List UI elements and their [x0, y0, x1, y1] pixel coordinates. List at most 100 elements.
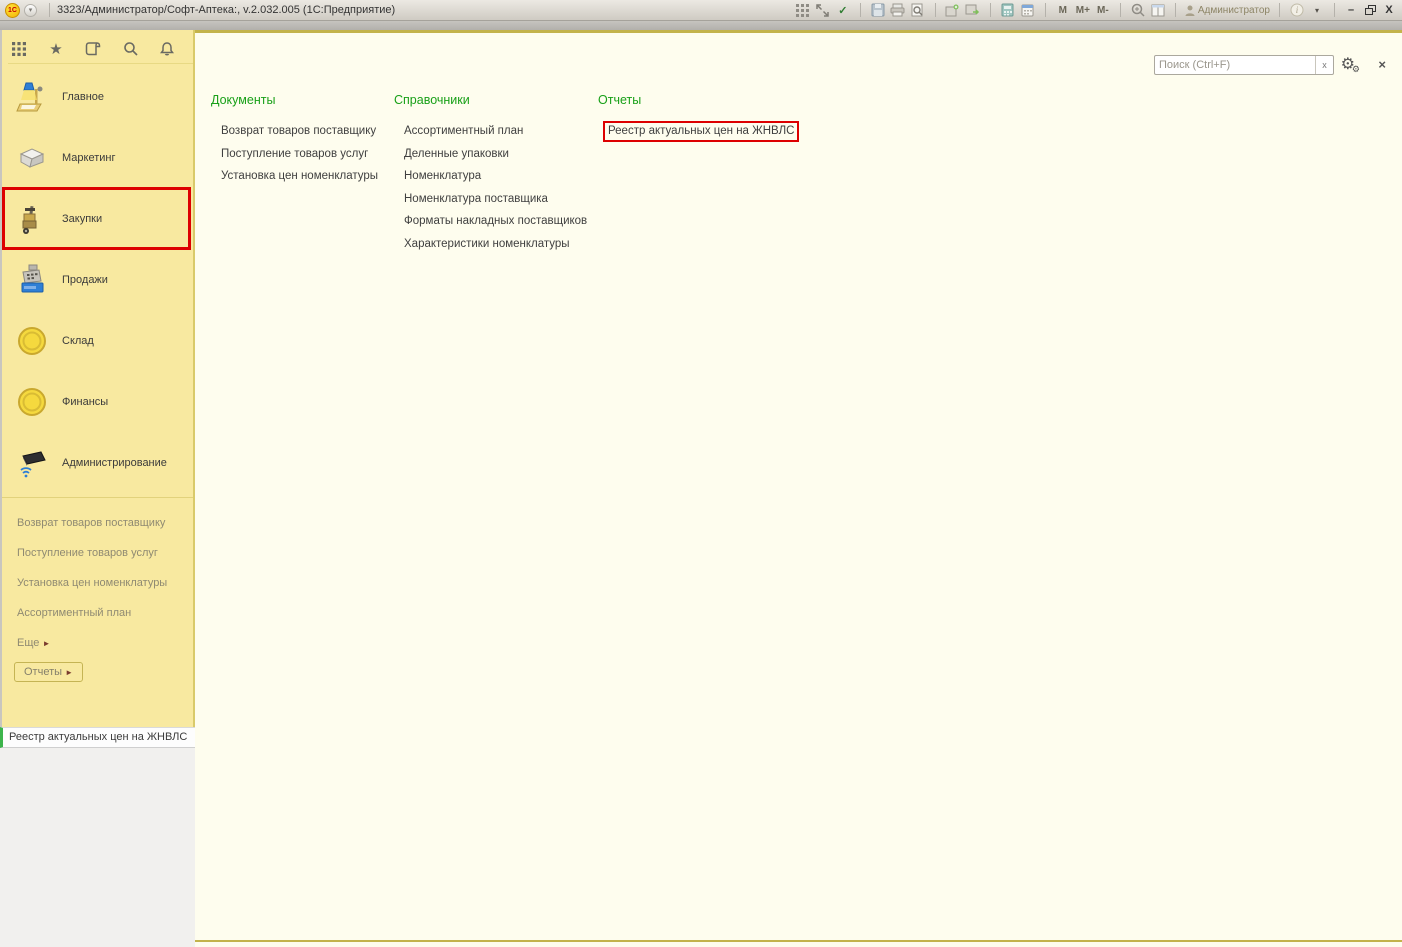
column-header-references[interactable]: Справочники	[394, 93, 599, 107]
open-window-tab[interactable]: Реестр актуальных цен на ЖНВЛС	[0, 727, 195, 748]
sidebar-item-label: Администрирование	[62, 457, 167, 469]
memory-m-button[interactable]: M	[1055, 2, 1071, 18]
split-window-icon[interactable]	[1150, 2, 1166, 18]
sidebar-item-label: Главное	[62, 91, 104, 103]
minimize-button[interactable]: –	[1344, 2, 1358, 18]
sidebar-empty-area	[2, 749, 195, 947]
search-box: x	[1154, 55, 1334, 75]
arrow-right-icon: ►	[42, 639, 50, 648]
reports-menu-label: Отчеты	[24, 666, 62, 678]
current-user-label: Администратор	[1198, 5, 1270, 16]
quick-link-postuplenie[interactable]: Поступление товаров услуг	[17, 547, 158, 559]
divider	[935, 3, 936, 17]
clipboard-paste-icon[interactable]	[965, 2, 981, 18]
link-vozvrat-tovarov[interactable]: Возврат товаров поставщику	[211, 120, 386, 143]
settings-gear-icon[interactable]: ⚙⚙	[1341, 54, 1363, 74]
sidebar-separator	[2, 497, 193, 498]
link-postuplenie-tovarov[interactable]: Поступление товаров услуг	[211, 143, 386, 166]
coin-icon	[15, 385, 49, 419]
divider	[860, 3, 861, 17]
search-input[interactable]	[1155, 59, 1315, 71]
highlight-box-report: Реестр актуальных цен на ЖНВЛС	[603, 121, 799, 142]
divider	[1279, 3, 1280, 17]
cash-register-icon	[15, 263, 49, 297]
window-title: 3323/Администратор/Софт-Аптека:, v.2.032…	[57, 4, 395, 16]
sidebar-item-label: Маркетинг	[62, 152, 115, 164]
link-ustanovka-cen[interactable]: Установка цен номенклатуры	[211, 165, 386, 188]
all-functions-grid-icon[interactable]	[795, 2, 811, 18]
sidebar-item-glavnoe[interactable]: Главное	[2, 66, 193, 127]
sidebar-item-sklad[interactable]: Склад	[2, 310, 193, 371]
main-menu-dropdown-button[interactable]: ▾	[24, 4, 37, 17]
sidebar-item-zakupki[interactable]: Закупки	[2, 188, 193, 249]
history-scroll-icon[interactable]	[82, 38, 104, 60]
favorites-star-icon[interactable]: ★	[45, 38, 67, 60]
divider	[1175, 3, 1176, 17]
link-reestr-cen-zhnvls[interactable]: Реестр актуальных цен на ЖНВЛС	[598, 120, 828, 143]
print-icon[interactable]	[890, 2, 906, 18]
sidebar-item-finansy[interactable]: Финансы	[2, 371, 193, 432]
quick-link-assortiment[interactable]: Ассортиментный план	[17, 607, 131, 619]
close-window-button[interactable]: X	[1382, 2, 1396, 18]
titlebar: 1С ▾ 3323/Администратор/Софт-Аптека:, v.…	[0, 0, 1402, 21]
sidebar: ★ Главное Маркетинг Закупки	[0, 30, 195, 727]
service-caret-button[interactable]: ▾	[1309, 2, 1325, 18]
divider	[990, 3, 991, 17]
sidebar-item-label: Закупки	[62, 213, 102, 225]
arrow-right-icon: ►	[65, 668, 73, 677]
current-user-button[interactable]: Администратор	[1185, 5, 1270, 16]
column-header-reports[interactable]: Отчеты	[598, 93, 828, 107]
notifications-bell-icon[interactable]	[156, 38, 178, 60]
link-reestr-label: Реестр актуальных цен на ЖНВЛС	[608, 125, 794, 137]
column-header-documents[interactable]: Документы	[211, 93, 386, 107]
coin-icon	[15, 324, 49, 358]
link-assortimentnyj-plan[interactable]: Ассортиментный план	[394, 120, 599, 143]
menu-grid-icon[interactable]	[8, 38, 30, 60]
scale-resize-icon[interactable]	[815, 2, 831, 18]
user-icon	[1185, 5, 1195, 16]
quick-link-vozvrat[interactable]: Возврат товаров поставщику	[17, 517, 165, 529]
clipboard-copy-icon[interactable]	[945, 2, 961, 18]
hand-truck-icon	[15, 202, 49, 236]
sidebar-item-prodazhi[interactable]: Продажи	[2, 249, 193, 310]
link-delennye-upakovki[interactable]: Деленные упаковки	[394, 143, 599, 166]
column-documents: Документы Возврат товаров поставщику Пос…	[211, 93, 386, 188]
package-box-icon	[15, 141, 49, 175]
link-harakteristiki-nomenklatury[interactable]: Характеристики номенклатуры	[394, 233, 599, 256]
apply-checkmark-icon[interactable]: ✓	[835, 2, 851, 18]
search-magnifier-icon[interactable]	[119, 38, 141, 60]
app-logo-icon: 1С	[5, 3, 20, 18]
content-bottom-border	[195, 940, 1402, 942]
save-icon[interactable]	[870, 2, 886, 18]
info-icon[interactable]: i	[1289, 2, 1305, 18]
divider	[1334, 3, 1335, 17]
more-link-label: Еще	[17, 637, 39, 649]
divider	[1120, 3, 1121, 17]
link-nomenklatura[interactable]: Номенклатура	[394, 165, 599, 188]
memory-m-plus-button[interactable]: M+	[1075, 2, 1091, 18]
desk-lamp-icon	[15, 80, 49, 114]
link-formaty-nakladnyh[interactable]: Форматы накладных поставщиков	[394, 210, 599, 233]
sidebar-nav: Главное Маркетинг Закупки Продажи Склад	[2, 66, 193, 493]
print-preview-icon[interactable]	[910, 2, 926, 18]
sidebar-quick-icons: ★	[8, 34, 193, 64]
sidebar-item-label: Финансы	[62, 396, 108, 408]
calendar-icon[interactable]	[1020, 2, 1036, 18]
sidebar-item-label: Склад	[62, 335, 94, 347]
more-link[interactable]: Еще ►	[17, 637, 50, 649]
laptop-wifi-icon	[15, 446, 49, 480]
section-panel-zakupki: x ⚙⚙ × Документы Возврат товаров поставщ…	[195, 30, 1402, 947]
restore-button[interactable]	[1362, 2, 1378, 18]
panel-close-icon[interactable]: ×	[1378, 57, 1386, 72]
sidebar-item-marketing[interactable]: Маркетинг	[2, 127, 193, 188]
memory-m-minus-button[interactable]: M-	[1095, 2, 1111, 18]
sidebar-item-administrirovanie[interactable]: Администрирование	[2, 432, 193, 493]
calculator-icon[interactable]	[1000, 2, 1016, 18]
quick-link-ustanovka[interactable]: Установка цен номенклатуры	[17, 577, 167, 589]
zoom-magnifier-icon[interactable]	[1130, 2, 1146, 18]
search-clear-icon[interactable]: x	[1315, 56, 1333, 74]
link-nomenklatura-postavshchika[interactable]: Номенклатура поставщика	[394, 188, 599, 211]
column-reports: Отчеты Реестр актуальных цен на ЖНВЛС	[598, 93, 828, 143]
reports-menu-button[interactable]: Отчеты ►	[14, 662, 83, 682]
sidebar-item-label: Продажи	[62, 274, 108, 286]
